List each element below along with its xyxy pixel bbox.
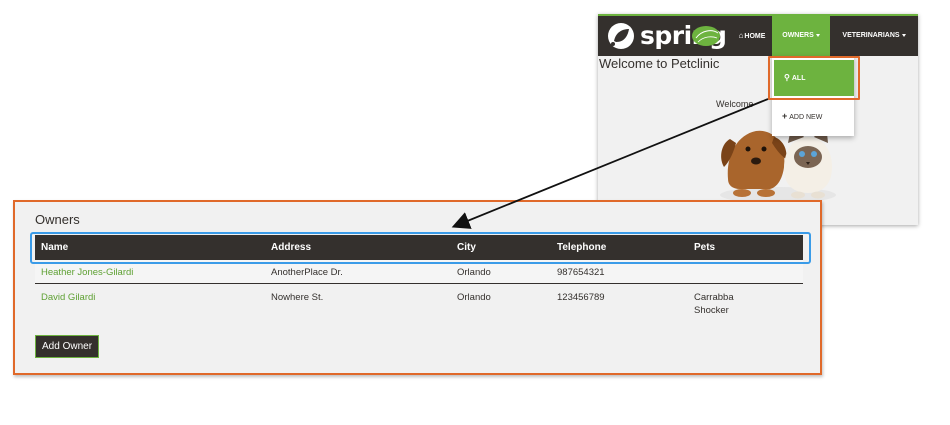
pet-name: Shocker: [694, 305, 729, 316]
screenshot-stage: spring ⌂HOME OWNERS VETERINARIANS Welcom…: [0, 0, 950, 425]
welcome-subtitle: Welcome: [716, 99, 754, 109]
nav-home[interactable]: ⌂HOME: [732, 16, 772, 56]
petclinic-home-inset: spring ⌂HOME OWNERS VETERINARIANS Welcom…: [598, 14, 918, 225]
owner-pets: Carrabba Shocker: [694, 291, 734, 317]
add-owner-button[interactable]: Add Owner: [35, 335, 100, 358]
spring-leaf-icon: [608, 23, 634, 49]
nav-veterinarians-label: VETERINARIANS: [842, 32, 900, 39]
plus-icon: +: [782, 111, 788, 121]
owner-telephone: 123456789: [557, 292, 605, 303]
dropdown-item-add-new-label: ADD NEW: [789, 114, 823, 121]
table-header-callout-box: [30, 232, 811, 264]
spring-logo[interactable]: spring: [606, 21, 727, 51]
home-icon: ⌂: [738, 31, 744, 40]
caret-down-icon: [901, 33, 906, 37]
pet-name: Carrabba: [694, 292, 734, 303]
nav-home-label: HOME: [744, 33, 766, 40]
table-row: David Gilardi Nowhere St. Orlando 123456…: [35, 285, 803, 323]
all-item-callout-box: [768, 56, 860, 100]
navbar: spring ⌂HOME OWNERS VETERINARIANS: [598, 14, 918, 56]
owner-name-link[interactable]: David Gilardi: [41, 291, 95, 304]
owner-address: AnotherPlace Dr.: [271, 267, 343, 278]
welcome-title: Welcome to Petclinic: [599, 56, 720, 71]
owners-panel: Owners Name Address City Telephone Pets …: [13, 200, 822, 375]
owner-address: Nowhere St.: [271, 292, 324, 303]
nav-veterinarians[interactable]: VETERINARIANS: [832, 16, 916, 56]
nav-owners-label: OWNERS: [782, 32, 814, 39]
leaf-badge-icon: [692, 26, 720, 46]
owner-city: Orlando: [457, 267, 491, 278]
owner-city: Orlando: [457, 292, 491, 303]
dropdown-item-add-new[interactable]: + ADD NEW: [772, 104, 854, 128]
owner-name-link[interactable]: Heather Jones-Gilardi: [41, 266, 133, 279]
owner-telephone: 987654321: [557, 267, 605, 278]
caret-down-icon: [815, 33, 820, 37]
nav-owners[interactable]: OWNERS: [772, 16, 830, 56]
page-title: Owners: [35, 212, 80, 227]
